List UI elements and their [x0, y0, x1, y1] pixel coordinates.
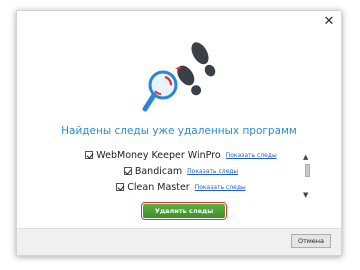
program-name: WebMoney Keeper WinPro — [96, 149, 221, 161]
uninstall-leftovers-dialog: ✕ Найдены следы уже удаленных программ W… — [16, 10, 342, 256]
checkbox-clean-master[interactable] — [116, 183, 125, 191]
dialog-footer: Отмена — [17, 228, 341, 255]
footprints-magnifier-icon — [142, 42, 216, 112]
list-item: WebMoney Keeper WinPro Показать следы — [57, 147, 305, 163]
delete-traces-label: Удалить следы — [143, 204, 225, 218]
list-item: Bandicam Показать следы — [57, 163, 305, 179]
program-name: Bandicam — [134, 165, 183, 177]
close-button[interactable]: ✕ — [323, 14, 335, 29]
close-icon: ✕ — [323, 14, 335, 29]
scroll-down-icon[interactable]: ▼ — [303, 191, 308, 199]
results-headline: Найдены следы уже удаленных программ — [61, 125, 297, 137]
scroll-up-icon[interactable]: ▲ — [303, 153, 308, 161]
show-traces-link[interactable]: Показать следы — [195, 184, 246, 191]
program-name: Clean Master — [127, 181, 190, 193]
programs-list: WebMoney Keeper WinPro Показать следы Ba… — [57, 147, 305, 199]
checkbox-webmoney[interactable] — [85, 151, 94, 159]
show-traces-link[interactable]: Показать следы — [187, 168, 238, 175]
show-traces-link[interactable]: Показать следы — [226, 152, 277, 159]
scroll-thumb[interactable] — [305, 164, 310, 177]
delete-traces-button[interactable]: Удалить следы — [141, 202, 227, 220]
list-item: Clean Master Показать следы — [57, 179, 305, 195]
cancel-button[interactable]: Отмена — [291, 234, 331, 248]
list-scrollbar[interactable]: ▲ ▼ — [301, 153, 315, 199]
checkbox-bandicam[interactable] — [123, 167, 132, 175]
